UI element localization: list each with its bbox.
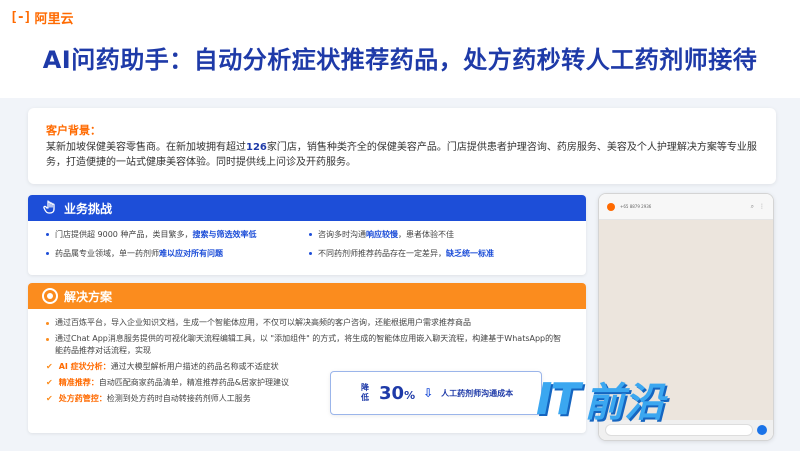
chat-header: +65 8879 2936 ⌕ ⋮ [599, 194, 773, 220]
hand-pointer-icon [42, 199, 58, 218]
stat-unit: % [404, 388, 416, 402]
customer-background-label: 客户背景： [46, 124, 101, 137]
stat-value-wrap: 30% [379, 383, 415, 404]
it-qianyan-watermark: IT 前沿 [536, 370, 664, 428]
check-icon: ✔ [46, 362, 53, 371]
challenge-item: 不同药剂师推荐药品存在一定差异，缺乏统一标准 [309, 248, 572, 259]
solution-title: 解决方案 [64, 289, 113, 304]
target-icon [42, 288, 58, 304]
cost-reduction-stat: 降低 30% ⇩ 人工药剂师沟通成本 [330, 371, 542, 415]
more-icon[interactable]: ⋮ [759, 203, 765, 210]
business-challenges-card: 业务挑战 门店提供超 9000 种产品，类目繁多，搜索与筛选效率低 咨询多时沟通… [28, 195, 586, 275]
stat-label: 降低 [361, 383, 369, 402]
business-challenges-title: 业务挑战 [64, 201, 113, 216]
business-challenges-header: 业务挑战 [28, 195, 586, 221]
watermark-cjk: 前沿 [584, 380, 665, 426]
challenge-item: 门店提供超 9000 种产品，类目繁多，搜索与筛选效率低 [46, 229, 309, 240]
challenge-item: 药品属专业领域，单一药剂师难以应对所有问题 [46, 248, 309, 259]
arrow-down-icon: ⇩ [423, 386, 434, 400]
intro-part-1: 某新加坡保健美容零售商。在新加坡拥有超过 [46, 142, 246, 153]
send-icon[interactable] [757, 425, 767, 435]
check-icon: ✔ [46, 394, 53, 403]
aliyun-logo-icon: [-] [10, 10, 32, 25]
solution-header: 解决方案 [28, 283, 586, 309]
check-icon: ✔ [46, 378, 53, 387]
customer-background-card: 客户背景： 某新加坡保健美容零售商。在新加坡拥有超过126家门店，销售种类齐全的… [28, 108, 776, 184]
contact-number: +65 8879 2936 [620, 204, 652, 209]
aliyun-logo: [-] 阿里云 [10, 8, 74, 27]
solution-item: 通过百炼平台，导入企业知识文档，生成一个智能体应用，不仅可以解决高频的客户咨询，… [46, 317, 572, 329]
search-icon[interactable]: ⌕ [751, 203, 754, 211]
stat-description: 人工药剂师沟通成本 [441, 388, 514, 398]
challenge-item: 咨询多时沟通响应较慢，患者体验不佳 [309, 229, 572, 240]
aliyun-logo-text: 阿里云 [34, 12, 74, 27]
stat-value: 30 [379, 382, 405, 404]
challenges-list: 门店提供超 9000 种产品，类目繁多，搜索与筛选效率低 咨询多时沟通响应较慢，… [28, 221, 586, 259]
customer-background-text: 某新加坡保健美容零售商。在新加坡拥有超过126家门店，销售种类齐全的保健美容产品… [46, 140, 758, 170]
solution-item: 通过Chat App消息服务提供的可视化聊天流程编辑工具，以 "添加组件" 的方… [46, 333, 566, 357]
page-title: AI问药助手：自动分析症状推荐药品，处方药秒转人工药剂师接待 [42, 46, 758, 74]
store-count: 126 [246, 142, 267, 153]
watermark-latin: IT [536, 373, 580, 425]
avatar [607, 202, 615, 211]
